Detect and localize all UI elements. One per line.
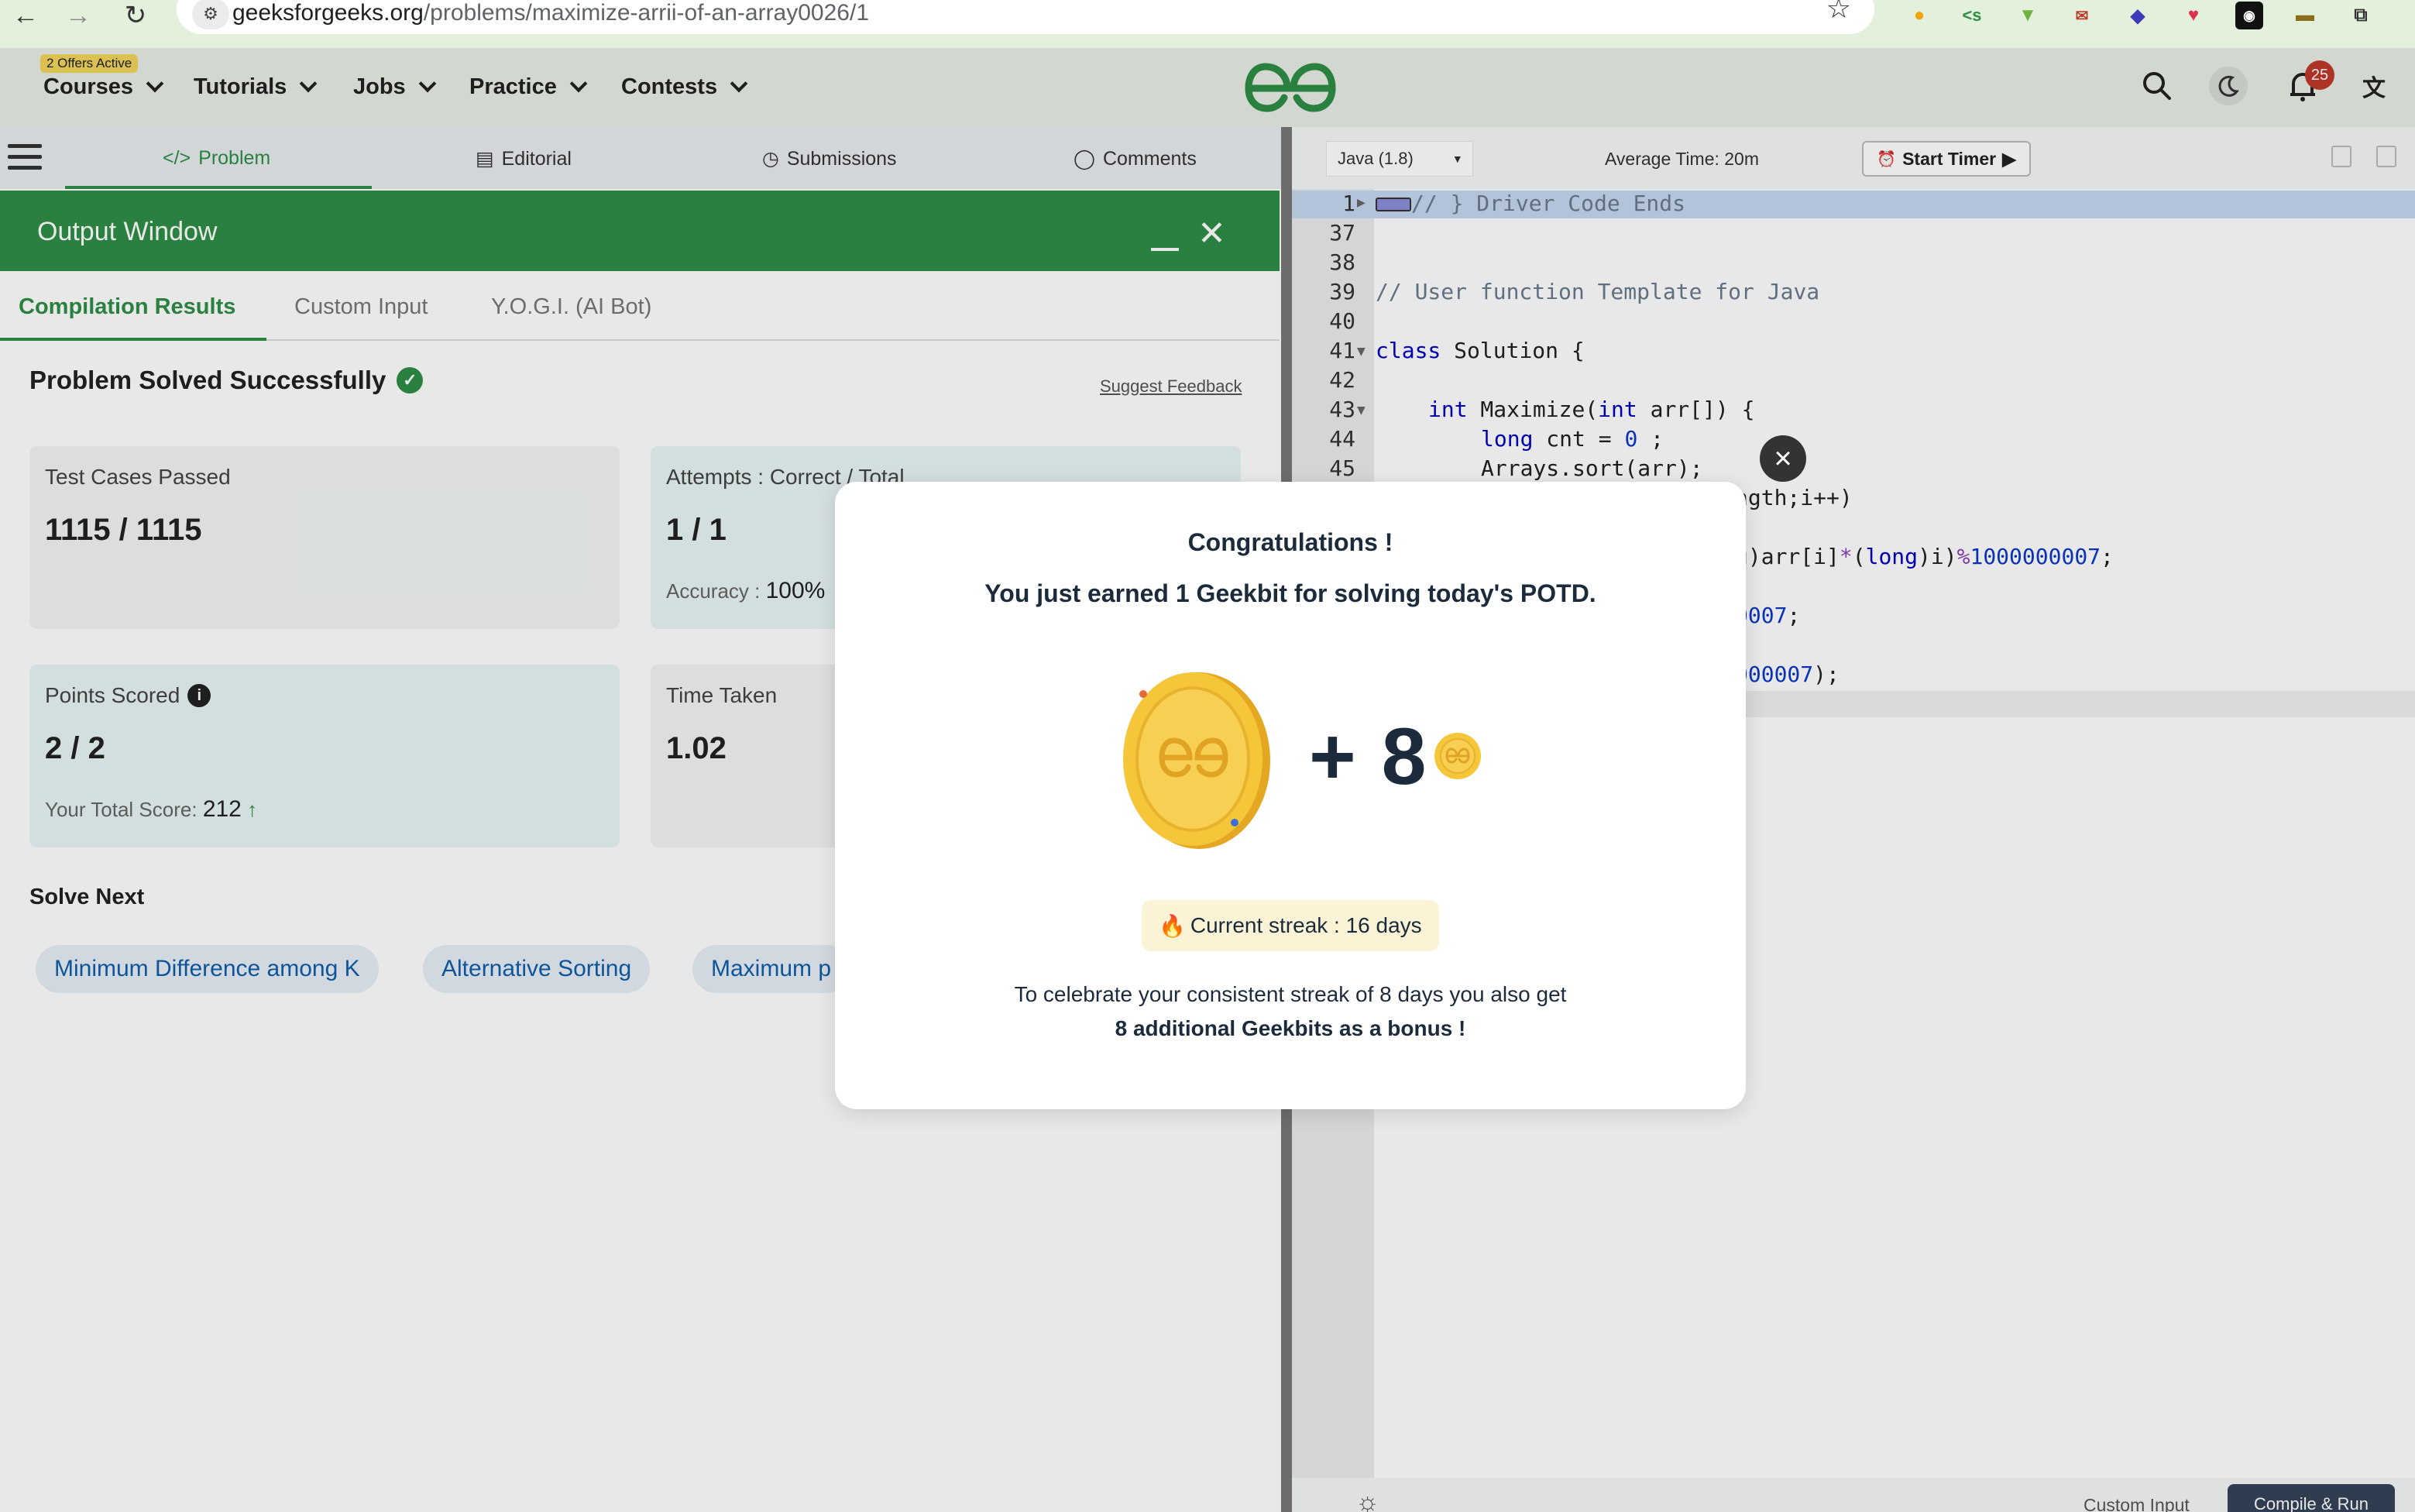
url-path: /problems/maximize-arrii-of-an-array0026… <box>423 0 869 26</box>
forward-arrow-icon[interactable]: → <box>59 0 98 31</box>
bookmark-star-icon[interactable]: ☆ <box>1826 0 1851 25</box>
modal-close-icon[interactable]: × <box>1760 435 1806 482</box>
extension-pocket-icon[interactable]: ♥ <box>2180 2 2207 29</box>
bonus-message-line2: 8 additional Geekbits as a bonus ! <box>1115 1016 1466 1040</box>
back-arrow-icon[interactable]: ← <box>6 0 45 31</box>
extension-avatar-icon[interactable]: ▬ <box>2291 2 2319 29</box>
extension-diamond-icon[interactable]: ◆ <box>2124 2 2152 29</box>
site-settings-icon[interactable]: ⚙ <box>192 0 229 29</box>
geekbit-coin-small-icon <box>1434 733 1481 779</box>
streak-text: Current streak : 16 days <box>1190 913 1422 937</box>
url-domain: geeksforgeeks.org <box>232 0 424 26</box>
browser-toolbar: ← → ↻ ⚙ geeksforgeeks.org/problems/maxim… <box>0 0 2415 48</box>
modal-title: Congratulations ! <box>1187 528 1393 556</box>
extension-mask-icon[interactable]: ◉ <box>2235 2 2263 29</box>
extension-bulb-icon[interactable]: ● <box>1905 2 1933 29</box>
modal-subtitle: You just earned 1 Geekbit for solving to… <box>984 579 1596 607</box>
extension-mail-icon[interactable]: ✉ <box>2068 2 2096 29</box>
current-streak-badge: 🔥 Current streak : 16 days <box>1142 900 1439 951</box>
geekbit-reward-modal: Congratulations ! You just earned 1 Geek… <box>835 482 1746 1109</box>
bonus-message-line1: To celebrate your consistent streak of 8… <box>1014 982 1567 1006</box>
url-text[interactable]: geeksforgeeks.org/problems/maximize-arri… <box>232 0 869 26</box>
extensions-puzzle-icon[interactable]: ⧉ <box>2347 2 2375 29</box>
address-bar[interactable]: ⚙ geeksforgeeks.org/problems/maximize-ar… <box>177 0 1874 34</box>
reload-icon[interactable]: ↻ <box>116 0 155 31</box>
geekbit-amount: + 8 <box>1309 712 1428 802</box>
geekbit-coin-icon <box>1123 672 1270 849</box>
extension-download-icon[interactable]: ▼ <box>2014 2 2042 29</box>
fire-icon: 🔥 <box>1159 913 1186 938</box>
extension-code-icon[interactable]: <s <box>1958 2 1986 29</box>
